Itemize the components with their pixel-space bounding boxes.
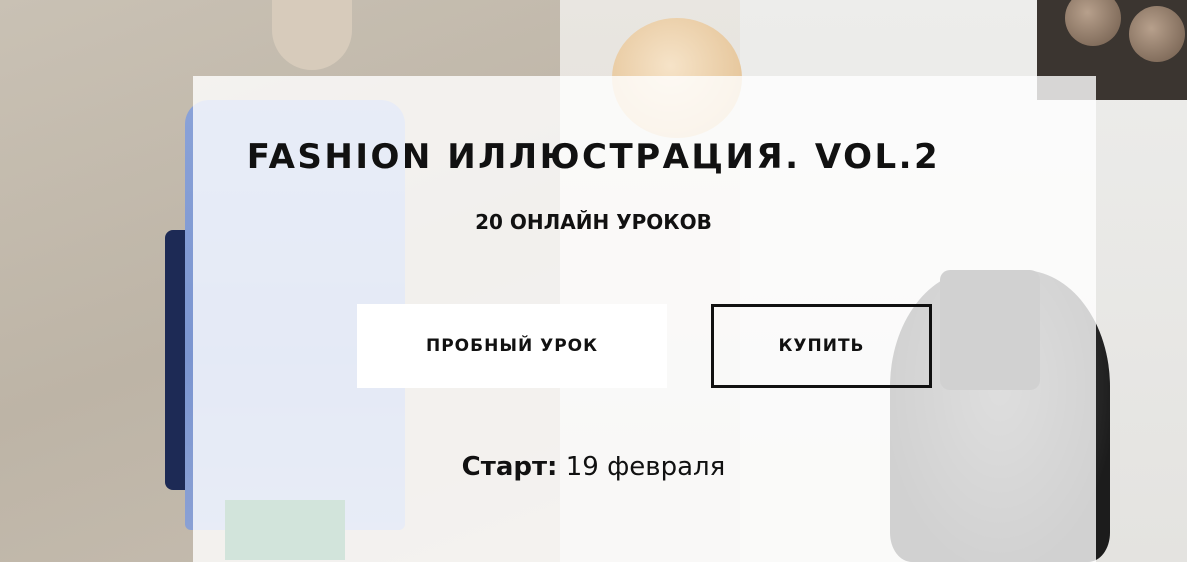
start-date-line: Старт: 19 февраля [0, 452, 1187, 482]
hero-section: FASHION ИЛЛЮСТРАЦИЯ. VOL.2 20 ОНЛАЙН УРО… [0, 0, 1187, 562]
buy-button-label: КУПИТЬ [778, 336, 865, 356]
course-subtitle: 20 ОНЛАЙН УРОКОВ [475, 210, 712, 234]
trial-lesson-button-label: ПРОБНЫЙ УРОК [426, 336, 598, 356]
trial-lesson-button[interactable]: ПРОБНЫЙ УРОК [357, 304, 667, 388]
course-title: FASHION ИЛЛЮСТРАЦИЯ. VOL.2 [246, 137, 941, 177]
start-date: 19 февраля [565, 452, 726, 482]
start-label: Старт: [461, 452, 558, 482]
buy-button[interactable]: КУПИТЬ [711, 304, 932, 388]
